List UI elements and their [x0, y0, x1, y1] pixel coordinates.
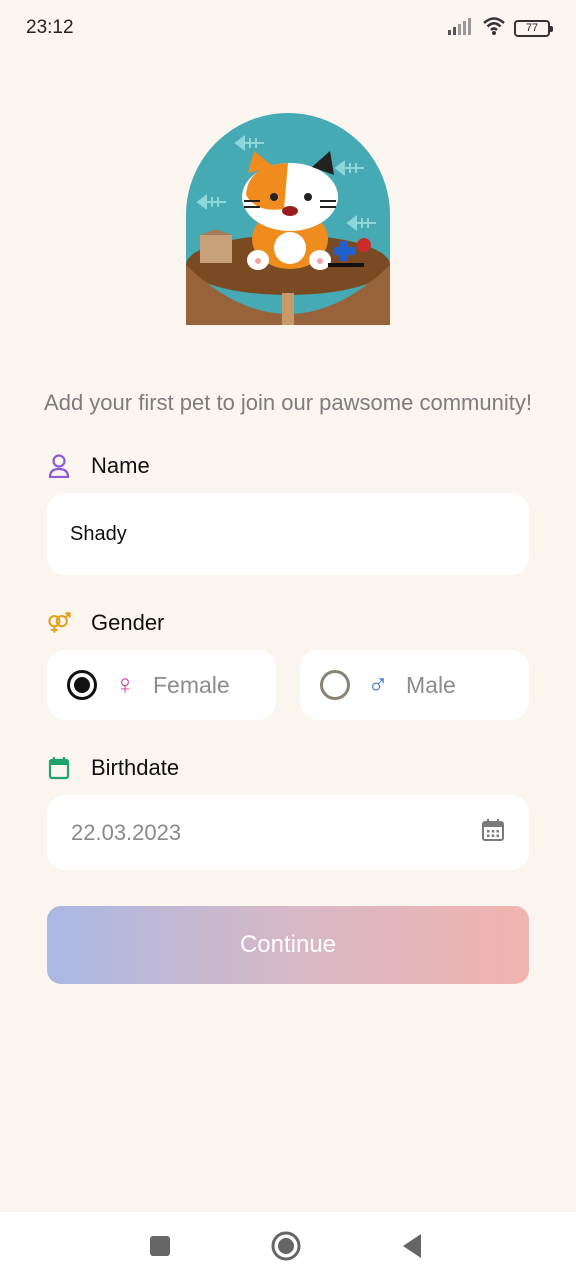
recent-apps-button[interactable]	[144, 1230, 176, 1262]
back-button[interactable]	[396, 1230, 428, 1262]
male-label: Male	[406, 671, 456, 698]
continue-button[interactable]: Continue	[47, 906, 529, 984]
birthdate-label: Birthdate	[91, 755, 180, 780]
status-bar: 23:12 77	[0, 0, 576, 56]
status-time: 23:12	[26, 17, 74, 38]
gender-option-male[interactable]: ♂ Male	[300, 650, 529, 720]
date-picker-icon[interactable]	[481, 818, 505, 847]
name-label-row: Name	[47, 453, 150, 479]
name-field[interactable]	[70, 522, 506, 546]
battery-icon: 77	[514, 19, 553, 37]
gender-option-female[interactable]: ♀ Female	[47, 650, 276, 720]
female-icon: ♀	[114, 669, 136, 700]
cat-at-table-illustration	[186, 113, 390, 325]
birthdate-value: 22.03.2023	[71, 819, 182, 845]
name-label: Name	[91, 453, 150, 478]
status-icons: 77	[448, 16, 553, 41]
wifi-icon	[482, 16, 506, 41]
birthdate-label-row: Birthdate	[47, 755, 179, 781]
person-icon	[47, 454, 71, 478]
signal-icon	[448, 17, 474, 40]
name-field-card[interactable]	[47, 493, 529, 575]
gender-icon	[47, 611, 71, 635]
calendar-icon	[47, 756, 71, 780]
female-radio[interactable]	[67, 670, 97, 700]
birthdate-field[interactable]: 22.03.2023	[47, 795, 529, 870]
male-radio[interactable]	[320, 670, 350, 700]
female-label: Female	[153, 671, 230, 698]
male-icon: ♂	[367, 669, 389, 700]
subtitle: Add your first pet to join our pawsome c…	[44, 390, 532, 415]
home-button[interactable]	[270, 1230, 302, 1262]
gender-label: Gender	[91, 610, 165, 635]
gender-label-row: Gender	[47, 610, 164, 636]
system-nav-bar	[0, 1212, 576, 1280]
